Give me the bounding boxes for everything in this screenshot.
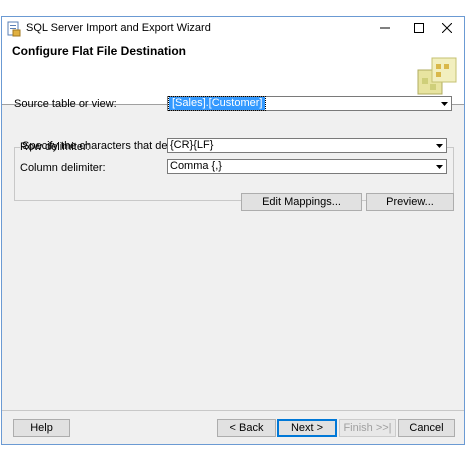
source-table-dropdown[interactable]: [Sales].[Customer]: [167, 96, 452, 111]
chevron-down-icon[interactable]: [438, 97, 451, 110]
title-bar[interactable]: SQL Server Import and Export Wizard: [2, 17, 464, 42]
column-delimiter-dropdown[interactable]: Comma {,}: [167, 159, 447, 174]
close-icon: [441, 22, 453, 36]
page-title: Configure Flat File Destination: [12, 44, 187, 58]
source-table-value: [Sales].[Customer]: [167, 96, 267, 111]
row-delimiter-value: {CR}{LF}: [170, 139, 214, 151]
wizard-window: SQL Server Import and Export Wizard Conf…: [1, 16, 465, 445]
close-button[interactable]: [430, 17, 464, 42]
row-delimiter-dropdown[interactable]: {CR}{LF}: [167, 138, 447, 153]
next-button[interactable]: Next >: [277, 419, 337, 437]
column-delimiter-value: Comma {,}: [170, 160, 222, 172]
minimize-icon: [380, 23, 390, 36]
footer-divider: [2, 410, 464, 411]
chevron-down-icon[interactable]: [433, 139, 446, 152]
import-export-graphic: [414, 54, 460, 100]
cancel-button[interactable]: Cancel: [398, 419, 455, 437]
preview-button[interactable]: Preview...: [366, 193, 454, 211]
wizard-app-icon: [7, 21, 21, 37]
finish-button[interactable]: Finish >>|: [339, 419, 396, 437]
window-title: SQL Server Import and Export Wizard: [26, 22, 211, 34]
minimize-button[interactable]: [368, 17, 402, 42]
source-table-label: Source table or view:: [14, 98, 117, 110]
chevron-down-icon[interactable]: [433, 160, 446, 173]
back-button[interactable]: < Back: [217, 419, 276, 437]
row-delimiter-label: Row delimiter:: [20, 141, 90, 153]
maximize-icon: [414, 23, 424, 36]
column-delimiter-label: Column delimiter:: [20, 162, 106, 174]
edit-mappings-button[interactable]: Edit Mappings...: [241, 193, 362, 211]
help-button[interactable]: Help: [13, 419, 70, 437]
